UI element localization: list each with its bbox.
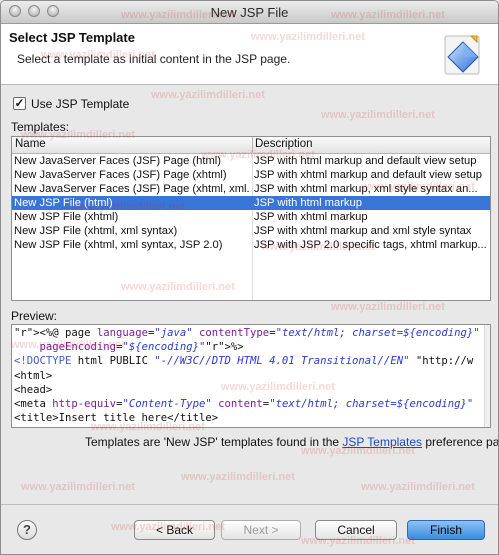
table-row[interactable]: New JavaServer Faces (JSF) Page (html) JS… <box>12 154 490 168</box>
preview-code-line: <title>Insert title here</title> <box>14 412 219 425</box>
watermark-text: www.yazilimdilleri.net <box>181 471 295 483</box>
preview-code: "r"><%@ page language="java" contentType… <box>14 326 484 425</box>
template-description-cell: JSP with xhtml markup, xml style syntax … <box>254 183 478 195</box>
watermark-text: www.yazilimdilleri.net <box>331 301 445 313</box>
column-divider[interactable] <box>252 137 253 153</box>
template-description-cell: JSP with xhtml markup and xml style synt… <box>254 225 472 237</box>
page-title: Select JSP Template <box>9 30 135 45</box>
template-name-cell: New JavaServer Faces (JSF) Page (html) <box>14 155 222 167</box>
table-row[interactable]: New JavaServer Faces (JSF) Page (xhtml, … <box>12 182 490 196</box>
table-row[interactable]: New JavaServer Faces (JSF) Page (xhtml) J… <box>12 168 490 182</box>
cancel-button[interactable]: Cancel <box>315 520 397 540</box>
wizard-header: Select JSP Template Select a template as… <box>1 24 498 85</box>
preview-code-line: <meta http-equiv="Content-Type" content=… <box>14 398 474 411</box>
template-description-cell: JSP with xhtml markup <box>254 211 368 223</box>
template-description-cell: JSP with xhtml markup and default view s… <box>254 169 483 181</box>
jsp-wizard-icon <box>441 32 485 78</box>
preview-scrollbar[interactable] <box>484 325 490 427</box>
template-description-cell: JSP with html markup and default view se… <box>254 155 477 167</box>
column-header-description[interactable]: Description <box>255 138 313 150</box>
table-row[interactable]: New JSP File (xhtml, xml syntax) JSP with… <box>12 224 490 238</box>
button-bar-divider <box>1 504 498 505</box>
table-row[interactable]: New JSP File (html) JSP with html markup <box>12 196 490 210</box>
preview-code-line: "r"><%@ page language="java" contentType… <box>14 327 480 339</box>
page-description: Select a template as initial content in … <box>17 52 291 66</box>
preview-pane[interactable]: "r"><%@ page language="java" contentType… <box>11 324 491 428</box>
templates-table[interactable]: Name Description New JavaServer Faces (J… <box>11 136 491 301</box>
template-name-cell: New JSP File (xhtml, xml syntax) <box>14 225 178 237</box>
info-text-suffix: preference page. <box>425 435 499 449</box>
info-text-prefix: Templates are 'New JSP' templates found … <box>85 435 343 449</box>
template-description-cell: JSP with JSP 2.0 specific tags, xhtml ma… <box>254 239 487 251</box>
template-name-cell: New JSP File (html) <box>14 197 113 209</box>
preview-label: Preview: <box>11 309 58 323</box>
watermark-text: www.yazilimdilleri.net <box>361 481 475 493</box>
next-button: Next > <box>221 520 301 540</box>
preview-code-line: <!DOCTYPE html PUBLIC "-//W3C//DTD HTML … <box>14 355 474 368</box>
templates-label: Templates: <box>11 120 70 134</box>
templates-info: Templates are 'New JSP' templates found … <box>85 435 499 449</box>
watermark-text: www.yazilimdilleri.net <box>21 481 135 493</box>
use-template-label[interactable]: Use JSP Template <box>31 97 129 111</box>
help-button[interactable]: ? <box>17 520 37 540</box>
preview-code-line: <html> <box>14 369 53 382</box>
column-header-name[interactable]: Name <box>15 138 46 150</box>
table-header: Name Description <box>12 137 490 154</box>
template-name-cell: New JavaServer Faces (JSF) Page (xhtml, … <box>14 183 250 195</box>
use-template-checkbox[interactable]: ✓ <box>13 97 26 110</box>
new-jsp-file-dialog: New JSP File Select JSP Template Select … <box>0 0 499 555</box>
preview-code-line: pageEncoding="${encoding}""r">%> <box>39 341 244 354</box>
jsp-templates-link[interactable]: JSP Templates <box>342 435 422 449</box>
template-description-cell: JSP with html markup <box>254 197 362 209</box>
watermark-text: www.yazilimdilleri.net <box>321 109 435 121</box>
title-bar[interactable]: New JSP File <box>1 1 498 24</box>
window-title: New JSP File <box>210 5 289 20</box>
template-name-cell: New JavaServer Faces (JSF) Page (xhtml) <box>14 169 227 181</box>
table-row[interactable]: New JSP File (xhtml, xml syntax, JSP 2.0… <box>12 238 490 252</box>
preview-code-line: <head> <box>14 383 53 396</box>
watermark-text: www.yazilimdilleri.net <box>151 89 265 101</box>
template-name-cell: New JSP File (xhtml) <box>14 211 119 223</box>
template-name-cell: New JSP File (xhtml, xml syntax, JSP 2.0… <box>14 239 223 251</box>
table-row[interactable]: New JSP File (xhtml) JSP with xhtml marku… <box>12 210 490 224</box>
back-button[interactable]: < Back <box>134 520 215 540</box>
finish-button[interactable]: Finish <box>407 520 485 540</box>
